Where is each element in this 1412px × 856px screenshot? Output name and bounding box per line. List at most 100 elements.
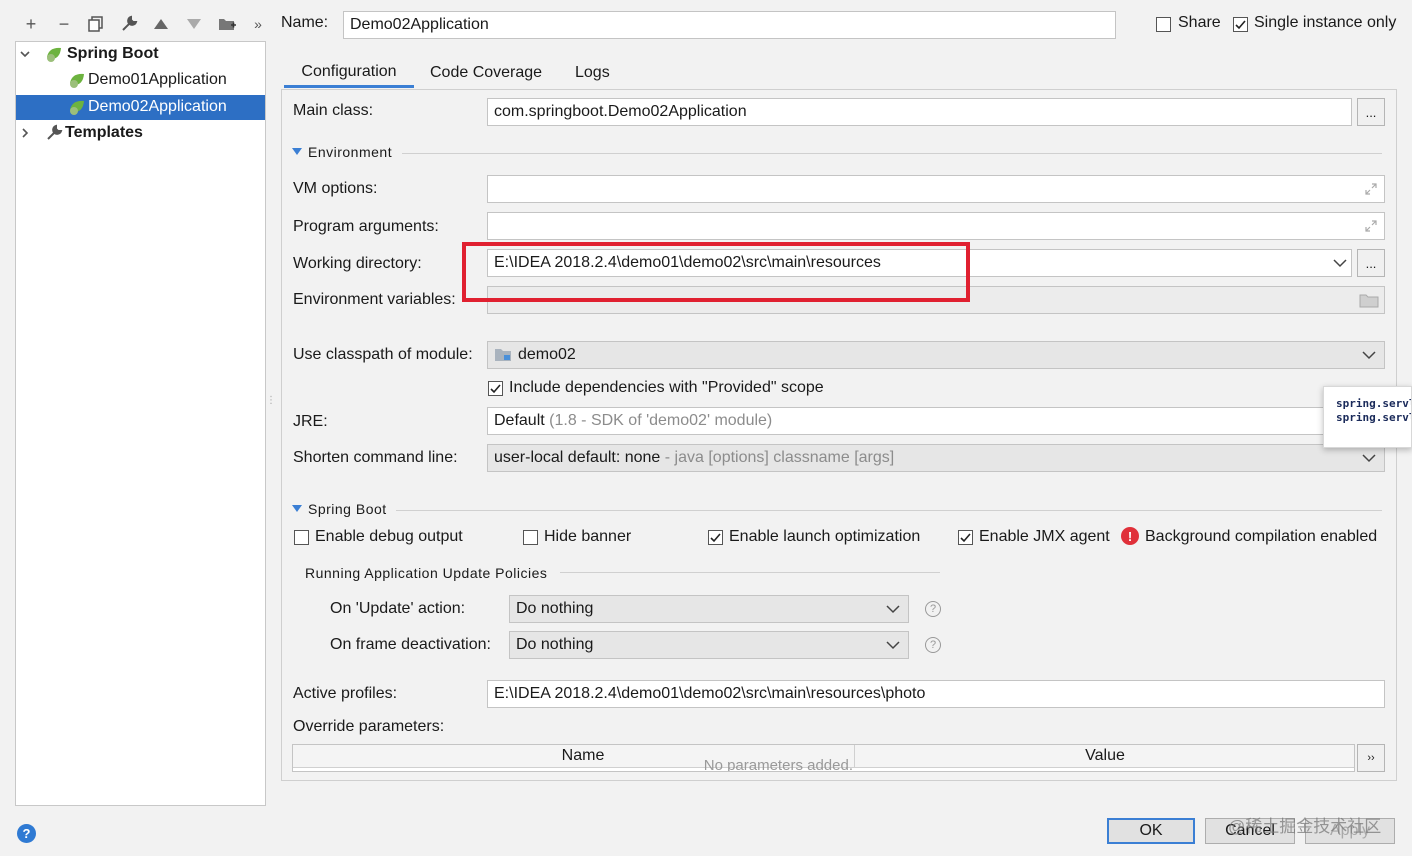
include-deps-label: Include dependencies with "Provided" sco… xyxy=(509,379,824,396)
on-frame-value: Do nothing xyxy=(516,636,594,653)
single-instance-label: Single instance only xyxy=(1254,14,1397,31)
checkmark-icon xyxy=(490,384,501,394)
tab-code-coverage[interactable]: Code Coverage xyxy=(430,58,542,88)
checkmark-icon xyxy=(710,533,721,543)
spring-boot-section-title: Spring Boot xyxy=(308,501,387,517)
tab-configuration[interactable]: Configuration xyxy=(284,58,414,88)
new-folder-button[interactable] xyxy=(215,12,239,36)
on-update-select[interactable]: Do nothing xyxy=(509,595,909,623)
more-actions-button[interactable]: » xyxy=(246,12,270,36)
on-frame-select[interactable]: Do nothing xyxy=(509,631,909,659)
section-divider xyxy=(402,153,1382,154)
triangle-down-icon xyxy=(187,19,201,29)
shorten-select[interactable]: user-local default: none - java [options… xyxy=(487,444,1385,472)
main-class-browse-button[interactable]: ... xyxy=(1357,98,1385,126)
tab-logs[interactable]: Logs xyxy=(575,58,610,88)
folder-icon[interactable] xyxy=(1359,293,1379,308)
active-profiles-input[interactable]: E:\IDEA 2018.2.4\demo01\demo02\src\main\… xyxy=(487,680,1385,708)
chevron-down-icon xyxy=(20,51,30,58)
enable-debug-checkbox[interactable] xyxy=(294,530,309,545)
jre-hint: (1.8 - SDK of 'demo02' module) xyxy=(549,412,773,429)
checkmark-icon xyxy=(960,533,971,543)
main-class-input[interactable]: com.springboot.Demo02Application xyxy=(487,98,1352,126)
enable-debug-label: Enable debug output xyxy=(315,528,463,545)
jre-select[interactable]: Default (1.8 - SDK of 'demo02' module) xyxy=(487,407,1337,435)
help-icon[interactable]: ? xyxy=(17,824,36,843)
triangle-up-icon xyxy=(154,19,168,29)
collapse-triangle-icon[interactable] xyxy=(292,148,302,156)
collapse-triangle-icon[interactable] xyxy=(292,505,302,513)
override-expand-button[interactable]: ›› xyxy=(1357,744,1385,772)
tree-node-templates[interactable]: Templates xyxy=(19,121,143,145)
working-dir-browse-button[interactable]: ... xyxy=(1357,249,1385,277)
jmx-agent-checkbox[interactable] xyxy=(958,530,973,545)
name-input[interactable]: Demo02Application xyxy=(343,11,1116,39)
vm-options-input[interactable] xyxy=(487,175,1385,203)
launch-optimization-checkbox[interactable] xyxy=(708,530,723,545)
config-tree xyxy=(15,41,266,806)
splitter-handle[interactable]: ⋮ xyxy=(266,396,276,418)
chevron-down-icon xyxy=(1362,454,1376,463)
single-instance-checkbox[interactable] xyxy=(1233,17,1248,32)
classpath-label: Use classpath of module: xyxy=(293,346,473,363)
module-folder-icon xyxy=(495,349,511,361)
ok-button[interactable]: OK xyxy=(1107,818,1195,844)
folder-add-icon xyxy=(219,19,236,30)
launch-optimization-label: Enable launch optimization xyxy=(729,528,921,545)
wrench-icon xyxy=(47,124,63,140)
edit-defaults-button[interactable] xyxy=(117,12,141,36)
move-down-button[interactable] xyxy=(182,12,206,36)
jre-label: JRE: xyxy=(293,413,328,430)
section-divider xyxy=(396,510,1382,511)
override-label: Override parameters: xyxy=(293,718,445,735)
share-label: Share xyxy=(1178,14,1221,31)
on-update-label: On 'Update' action: xyxy=(330,600,466,617)
classpath-select[interactable]: demo02 xyxy=(487,341,1385,369)
add-icon: + xyxy=(25,13,37,34)
name-label: Name: xyxy=(281,14,329,31)
environment-section-title: Environment xyxy=(308,144,393,160)
expand-icon[interactable] xyxy=(1364,182,1378,196)
tree-label-templates: Templates xyxy=(65,124,143,141)
on-update-value: Do nothing xyxy=(516,600,594,617)
chevron-down-icon[interactable] xyxy=(1333,258,1347,268)
hide-banner-checkbox[interactable] xyxy=(523,530,538,545)
spring-boot-icon xyxy=(47,47,61,62)
empty-table-text: No parameters added. xyxy=(703,757,853,772)
wrench-icon xyxy=(122,15,138,31)
shorten-value: user-local default: none xyxy=(494,449,661,466)
copy-config-button[interactable] xyxy=(84,12,108,36)
help-icon[interactable]: ? xyxy=(925,601,941,617)
highlight-box xyxy=(462,242,970,302)
program-args-input[interactable] xyxy=(487,212,1385,240)
env-vars-label: Environment variables: xyxy=(293,291,456,308)
chevron-right-icon xyxy=(22,128,29,138)
move-up-button[interactable] xyxy=(149,12,173,36)
help-icon[interactable]: ? xyxy=(925,637,941,653)
vm-options-label: VM options: xyxy=(293,180,378,197)
shorten-hint: - java [options] classname [args] xyxy=(664,449,895,466)
jmx-agent-label: Enable JMX agent xyxy=(979,528,1110,545)
chevron-down-icon xyxy=(886,641,900,650)
remove-config-button[interactable]: − xyxy=(52,12,76,36)
section-divider xyxy=(560,572,940,573)
share-checkbox[interactable] xyxy=(1156,17,1171,32)
column-header-value[interactable]: Value xyxy=(855,747,1354,765)
include-deps-checkbox[interactable] xyxy=(488,381,503,396)
chevron-down-icon xyxy=(886,605,900,614)
spring-boot-icon xyxy=(70,73,84,88)
main-class-label: Main class: xyxy=(293,102,374,119)
popup-line: spring.servl xyxy=(1336,397,1412,410)
tree-label-demo01: Demo01Application xyxy=(88,71,227,88)
completion-popup: spring.servl spring.servl xyxy=(1323,386,1412,448)
bg-compile-label: Background compilation enabled xyxy=(1145,528,1378,545)
tree-node-demo01[interactable]: Demo01Application xyxy=(68,68,227,92)
add-config-button[interactable]: + xyxy=(19,12,43,36)
tree-node-spring-boot[interactable]: Spring Boot xyxy=(19,42,159,66)
tree-node-demo02[interactable]: Demo02Application xyxy=(68,95,227,119)
popup-line: spring.servl xyxy=(1336,411,1412,424)
watermark-text: @稀土掘金技术社区 xyxy=(1228,817,1382,836)
jre-value: Default xyxy=(494,412,545,429)
working-dir-label: Working directory: xyxy=(293,255,422,272)
expand-icon[interactable] xyxy=(1364,219,1378,233)
